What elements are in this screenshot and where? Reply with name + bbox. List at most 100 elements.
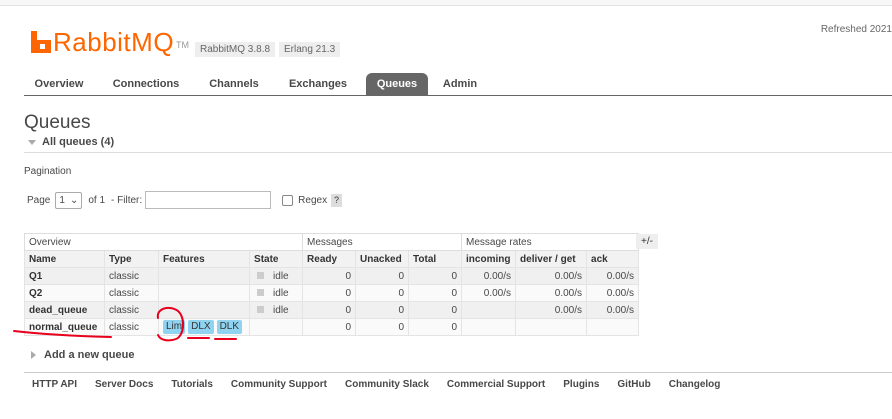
queue-state: idle <box>249 267 304 285</box>
add-new-queue-toggle[interactable]: Add a new queue <box>31 349 134 361</box>
state-idle-icon <box>257 272 265 280</box>
queue-state: idle <box>249 284 304 302</box>
incoming-rate <box>461 318 517 336</box>
main-nav: Overview Connections Channels Exchanges … <box>24 73 892 96</box>
footer-link-plugins[interactable]: Plugins <box>563 379 599 390</box>
tab-connections[interactable]: Connections <box>94 73 198 95</box>
queue-name-link[interactable]: dead_queue <box>24 301 105 319</box>
col-unacked[interactable]: Unacked <box>355 250 410 268</box>
incoming-rate <box>461 301 517 319</box>
table-row[interactable]: normal_queue classic Lim DLX DLK 0 0 0 <box>24 318 640 336</box>
rabbitmq-version-badge: RabbitMQ 3.8.8 <box>195 42 276 57</box>
footer-link-server-docs[interactable]: Server Docs <box>95 379 153 390</box>
collapse-triangle-icon <box>28 139 36 145</box>
add-new-queue-label: Add a new queue <box>44 349 135 361</box>
state-idle-icon <box>257 306 265 314</box>
queue-state: idle <box>249 301 304 319</box>
footer-link-http-api[interactable]: HTTP API <box>32 379 77 390</box>
column-selector-button[interactable]: +/- <box>636 234 658 249</box>
rabbitmq-logo-icon <box>31 31 51 53</box>
ack-rate <box>586 318 640 336</box>
tab-channels[interactable]: Channels <box>198 73 270 95</box>
ready-count: 0 <box>302 318 357 336</box>
group-messages: Messages <box>302 233 463 251</box>
page-label: Page <box>27 194 51 206</box>
col-type[interactable]: Type <box>104 250 159 268</box>
tab-queues[interactable]: Queues <box>366 73 428 95</box>
feature-badge-dlk[interactable]: DLK <box>216 320 243 334</box>
queue-type: classic <box>104 318 159 336</box>
footer-link-github[interactable]: GitHub <box>617 379 650 390</box>
footer-divider <box>24 372 892 373</box>
page-select-value: 1 <box>59 194 65 206</box>
col-incoming[interactable]: incoming <box>461 250 517 268</box>
col-ready[interactable]: Ready <box>302 250 357 268</box>
queues-table: Overview Messages Message rates Name Typ… <box>23 233 640 336</box>
tab-overview[interactable]: Overview <box>24 73 94 95</box>
queue-features <box>157 267 251 285</box>
pagination-heading: Pagination <box>24 166 72 177</box>
page-select[interactable]: 1 ⌄ <box>55 191 83 209</box>
incoming-rate: 0.00/s <box>461 267 517 285</box>
col-state[interactable]: State <box>249 250 304 268</box>
regex-checkbox[interactable] <box>282 194 294 206</box>
col-ack[interactable]: ack <box>586 250 640 268</box>
unacked-count: 0 <box>355 267 410 285</box>
total-count: 0 <box>408 301 463 319</box>
total-count: 0 <box>408 318 463 336</box>
section-divider <box>24 152 892 153</box>
logo-text: RabbitMQ <box>53 27 175 57</box>
unacked-count: 0 <box>355 284 410 302</box>
table-row[interactable]: dead_queue classic idle 0 0 0 0.00/s 0.0… <box>24 301 640 319</box>
regex-help-button[interactable]: ? <box>331 193 343 207</box>
tab-exchanges[interactable]: Exchanges <box>270 73 366 95</box>
table-row[interactable]: Q1 classic idle 0 0 0 0.00/s 0.00/s 0.00… <box>24 267 640 285</box>
ready-count: 0 <box>302 301 357 319</box>
state-label: idle <box>273 287 289 299</box>
filter-label: - Filter: <box>111 194 143 206</box>
queue-state <box>249 318 304 336</box>
state-idle-icon <box>257 289 265 297</box>
all-queues-section-toggle[interactable]: All queues (4) <box>28 136 114 148</box>
queue-features <box>157 284 251 302</box>
browser-top-strip <box>0 0 892 6</box>
ready-count: 0 <box>302 284 357 302</box>
col-features[interactable]: Features <box>157 250 251 268</box>
unacked-count: 0 <box>355 301 410 319</box>
queue-type: classic <box>104 301 159 319</box>
erlang-version-badge: Erlang 21.3 <box>279 42 341 57</box>
total-count: 0 <box>408 284 463 302</box>
ack-rate: 0.00/s <box>586 284 640 302</box>
footer-link-community-support[interactable]: Community Support <box>231 379 327 390</box>
footer-link-community-slack[interactable]: Community Slack <box>345 379 429 390</box>
queue-name-link[interactable]: normal_queue <box>24 318 105 336</box>
deliver-get-rate: 0.00/s <box>515 301 588 319</box>
table-row[interactable]: Q2 classic idle 0 0 0 0.00/s 0.00/s 0.00… <box>24 284 640 302</box>
col-total[interactable]: Total <box>408 250 463 268</box>
ready-count: 0 <box>302 267 357 285</box>
deliver-get-rate: 0.00/s <box>515 267 588 285</box>
pagination-controls: Page 1 ⌄ of 1 - Filter: Regex ? <box>27 190 343 210</box>
ack-rate: 0.00/s <box>586 301 640 319</box>
state-label: idle <box>273 304 289 316</box>
regex-label: Regex <box>298 194 328 206</box>
logo-trademark: TM <box>176 40 190 50</box>
total-count: 0 <box>408 267 463 285</box>
group-overview: Overview <box>23 233 304 251</box>
state-label: idle <box>273 270 289 282</box>
footer-link-tutorials[interactable]: Tutorials <box>171 379 212 390</box>
rabbitmq-logo[interactable]: RabbitMQ TM <box>31 26 189 56</box>
col-deliver-get[interactable]: deliver / get <box>515 250 588 268</box>
deliver-get-rate: 0.00/s <box>515 284 588 302</box>
queue-name-link[interactable]: Q2 <box>24 284 105 302</box>
footer-link-commercial-support[interactable]: Commercial Support <box>447 379 545 390</box>
queue-type: classic <box>104 267 159 285</box>
queue-name-link[interactable]: Q1 <box>24 267 105 285</box>
ack-rate: 0.00/s <box>586 267 640 285</box>
col-name[interactable]: Name <box>24 250 105 268</box>
feature-badge-dlx[interactable]: DLX <box>188 320 214 334</box>
filter-input[interactable] <box>145 191 272 209</box>
feature-badge-lim[interactable]: Lim <box>163 320 186 334</box>
footer-link-changelog[interactable]: Changelog <box>669 379 721 390</box>
tab-admin[interactable]: Admin <box>428 73 492 95</box>
